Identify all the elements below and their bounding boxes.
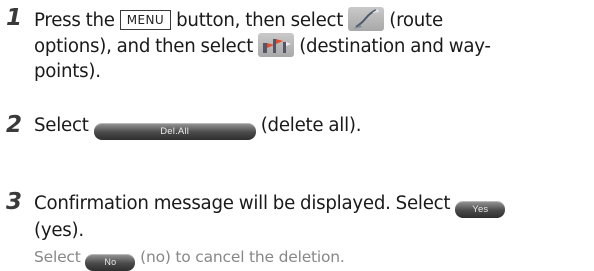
step-number: 1 [6,5,23,31]
step-line: options), and then select (destination a… [34,33,590,59]
destination-waypoints-icon [258,33,295,57]
step-number: 2 [6,112,23,138]
route-options-icon [348,7,385,31]
note-text: (no) to cancel the deletion. [140,248,345,266]
menu-key-label: MENU [119,10,172,30]
instruction-text: button, then select [176,10,344,31]
note-text: Select [34,248,81,266]
yes-button[interactable]: Yes [455,201,506,218]
step-line: Press the MENU button, then select (rout… [34,7,590,33]
instruction-text: points). [34,61,101,82]
step-instruction: Press the MENU button, then select (rout… [34,7,590,84]
instruction-text: (yes). [34,220,84,241]
instruction-text: (route [389,10,443,31]
instruction-text: Press the [34,10,115,31]
step-line: Confirmation message will be displayed. … [34,191,590,218]
step-instruction: Select Del.All (delete all). [34,113,590,140]
instruction-text: Select [34,115,89,136]
step-instruction: Confirmation message will be displayed. … [34,191,590,243]
instruction-text: (delete all). [260,115,362,136]
step-number: 3 [6,189,23,215]
instruction-text: options), and then select [34,36,254,57]
instruction-text: Confirmation message will be displayed. … [34,193,451,214]
cancel-note: Select No (no) to cancel the deletion. [34,247,345,271]
step-line: points). [34,59,590,84]
delete-all-button[interactable]: Del.All [93,123,256,140]
instruction-text: (destination and way- [299,36,491,57]
step-line: (yes). [34,218,590,243]
no-button[interactable]: No [85,254,136,271]
